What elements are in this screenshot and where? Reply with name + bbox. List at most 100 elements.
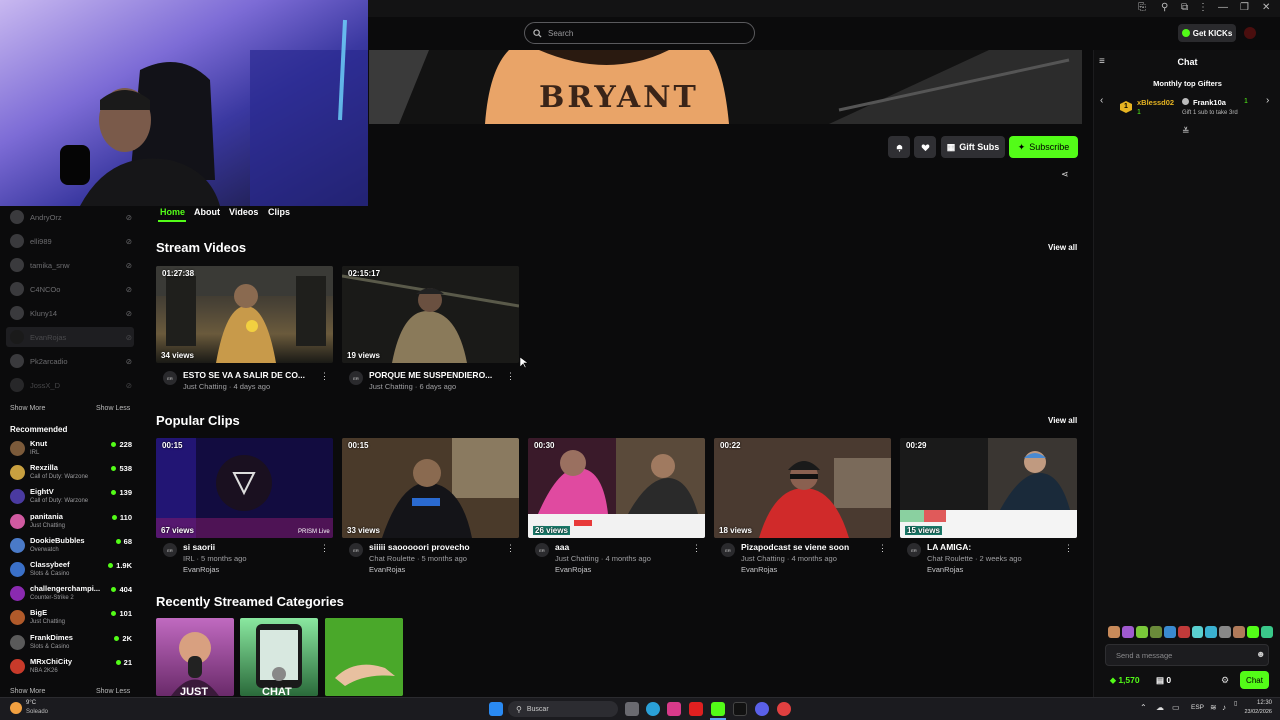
emote-icon[interactable] — [1163, 626, 1176, 638]
share-icon[interactable]: ⋖ — [1061, 169, 1069, 180]
emote-icon[interactable] — [1261, 626, 1274, 638]
emoji-icon[interactable]: ☻ — [1256, 649, 1265, 659]
instagram-icon[interactable] — [667, 702, 681, 716]
chat-message-input[interactable]: Send a message ☻ — [1105, 644, 1269, 666]
view-all-videos[interactable]: View all — [1048, 243, 1077, 252]
following-item[interactable]: tamika_snw ⊘ — [10, 258, 132, 272]
kick-app-icon[interactable] — [711, 702, 725, 716]
more-options-icon[interactable]: ⋮ — [320, 371, 329, 382]
emote-icon[interactable] — [1219, 626, 1232, 638]
emote-bar[interactable] — [1108, 626, 1274, 640]
channel-avatar[interactable]: ER — [163, 543, 177, 557]
more-options-icon[interactable]: ⋮ — [878, 543, 887, 554]
emote-icon[interactable] — [1121, 626, 1134, 638]
chrome-icon[interactable] — [777, 702, 791, 716]
tab-about[interactable]: About — [194, 207, 220, 217]
expand-icon[interactable]: ≚ — [1182, 126, 1190, 137]
category-card[interactable] — [325, 618, 403, 696]
cloud-icon[interactable]: ☁ — [1156, 703, 1164, 712]
recommended-item[interactable]: challengerchampi... Counter-Strike 2 404 — [10, 584, 132, 606]
volume-icon[interactable]: ♪ — [1222, 703, 1226, 712]
following-item[interactable]: AndryOrz ⊘ — [10, 210, 132, 224]
tray-app-icon[interactable]: ▭ — [1172, 703, 1180, 712]
taskbar-search[interactable]: ⚲ Buscar — [508, 701, 618, 717]
show-less-recommended[interactable]: Show Less — [96, 688, 130, 695]
emote-icon[interactable] — [1135, 626, 1148, 638]
recommended-item[interactable]: EightV Call of Duty: Warzone 139 — [10, 487, 132, 509]
recommended-item[interactable]: DookieBubbles Overwatch 68 — [10, 536, 132, 558]
channel-avatar[interactable]: ER — [349, 371, 363, 385]
wifi-icon[interactable]: ≋ — [1210, 703, 1217, 712]
video-thumbnail[interactable]: 02:15:17 19 views — [342, 266, 519, 363]
tiktok-icon[interactable] — [733, 702, 747, 716]
settings-gear-icon[interactable]: ⚙ — [1221, 675, 1229, 686]
more-options-icon[interactable]: ⋮ — [1064, 543, 1073, 554]
tray-overflow-icon[interactable]: ⌃ — [1140, 703, 1147, 712]
battery-icon[interactable]: ▯ — [1234, 700, 1237, 707]
recommended-item[interactable]: Knut IRL 228 — [10, 439, 132, 461]
gifts-display[interactable]: ▤ 0 — [1156, 675, 1171, 686]
channel-avatar[interactable]: ER — [349, 543, 363, 557]
more-options-icon[interactable]: ⋮ — [692, 543, 701, 554]
emote-icon[interactable] — [1149, 626, 1162, 638]
clip-owner[interactable]: EvanRojas — [183, 565, 219, 574]
clip-thumbnail[interactable]: 00:22 18 views — [714, 438, 891, 538]
clip-title[interactable]: LA AMIGA: — [927, 542, 971, 552]
channel-avatar[interactable]: ER — [907, 543, 921, 557]
show-more-link[interactable]: Show More — [10, 405, 45, 412]
user-avatar[interactable] — [1244, 27, 1256, 39]
following-item[interactable]: elli989 ⊘ — [10, 234, 132, 248]
subscribe-button[interactable]: ✦ Subscribe — [1009, 136, 1078, 158]
get-kicks-button[interactable]: Get KICKs — [1178, 24, 1236, 42]
clip-owner[interactable]: EvanRojas — [369, 565, 405, 574]
clip-owner[interactable]: EvanRojas — [741, 565, 777, 574]
weather-icon[interactable] — [10, 702, 22, 714]
following-item[interactable]: EvanRojas ⊘ — [10, 330, 132, 344]
show-less-link[interactable]: Show Less — [96, 405, 130, 412]
more-options-icon[interactable]: ⋮ — [506, 543, 515, 554]
search-input[interactable]: Search — [524, 22, 755, 44]
clip-thumbnail[interactable]: PRISM Live 00:15 67 views — [156, 438, 333, 538]
clip-owner[interactable]: EvanRojas — [927, 565, 963, 574]
gift-subs-button[interactable]: ▦ Gift Subs — [941, 136, 1005, 158]
more-options-icon[interactable]: ⋮ — [506, 371, 515, 382]
recommended-item[interactable]: FrankDimes Slots & Casino 2K — [10, 633, 132, 655]
tab-home[interactable]: Home — [160, 207, 185, 217]
menu-icon[interactable]: ⋮ — [1198, 2, 1208, 13]
channel-avatar[interactable]: ER — [535, 543, 549, 557]
clip-title[interactable]: siiiii saooooori provecho — [369, 542, 470, 552]
following-item[interactable]: JossX_D ⊘ — [10, 378, 132, 392]
recommended-item[interactable]: MRxChiCity NBA 2K26 21 — [10, 657, 132, 679]
following-item[interactable]: C4NCOo ⊘ — [10, 282, 132, 296]
zoom-icon[interactable]: ⚲ — [1161, 2, 1168, 13]
emote-icon[interactable] — [1247, 626, 1260, 638]
clock-date[interactable]: 23/02/2026 — [1236, 709, 1272, 715]
clip-title[interactable]: aaa — [555, 542, 569, 552]
recommended-item[interactable]: Rexzilla Call of Duty: Warzone 538 — [10, 463, 132, 485]
video-thumbnail[interactable]: 01:27:38 34 views — [156, 266, 333, 363]
clip-thumbnail[interactable]: 00:15 33 views — [342, 438, 519, 538]
prev-arrow-icon[interactable]: ‹ — [1100, 95, 1103, 106]
translate-icon[interactable]: ⎘ — [1138, 2, 1146, 13]
more-options-icon[interactable]: ⋮ — [320, 543, 329, 554]
youtube-icon[interactable] — [689, 702, 703, 716]
close-button[interactable]: ✕ — [1262, 2, 1270, 13]
channel-avatar[interactable]: ER — [721, 543, 735, 557]
clip-title[interactable]: si saorii — [183, 542, 215, 552]
points-display[interactable]: ⬥ 1,570 — [1110, 675, 1140, 686]
emote-icon[interactable] — [1177, 626, 1190, 638]
category-card[interactable]: JUST — [156, 618, 234, 696]
windows-start-icon[interactable] — [489, 702, 503, 716]
recommended-item[interactable]: panitania Just Chatting 110 — [10, 512, 132, 534]
clock-time[interactable]: 12:30 — [1240, 700, 1272, 706]
recommended-item[interactable]: BigE Just Chatting 101 — [10, 608, 132, 630]
follow-button[interactable] — [914, 136, 936, 158]
discord-icon[interactable] — [755, 702, 769, 716]
show-more-recommended[interactable]: Show More — [10, 688, 45, 695]
category-card[interactable]: CHAT — [240, 618, 318, 696]
following-item[interactable]: Pk2arcadio ⊘ — [10, 354, 132, 368]
tab-clips[interactable]: Clips — [268, 207, 290, 217]
recommended-item[interactable]: Classybeef Slots & Casino 1.9K — [10, 560, 132, 582]
tab-videos[interactable]: Videos — [229, 207, 258, 217]
view-all-clips[interactable]: View all — [1048, 416, 1077, 425]
